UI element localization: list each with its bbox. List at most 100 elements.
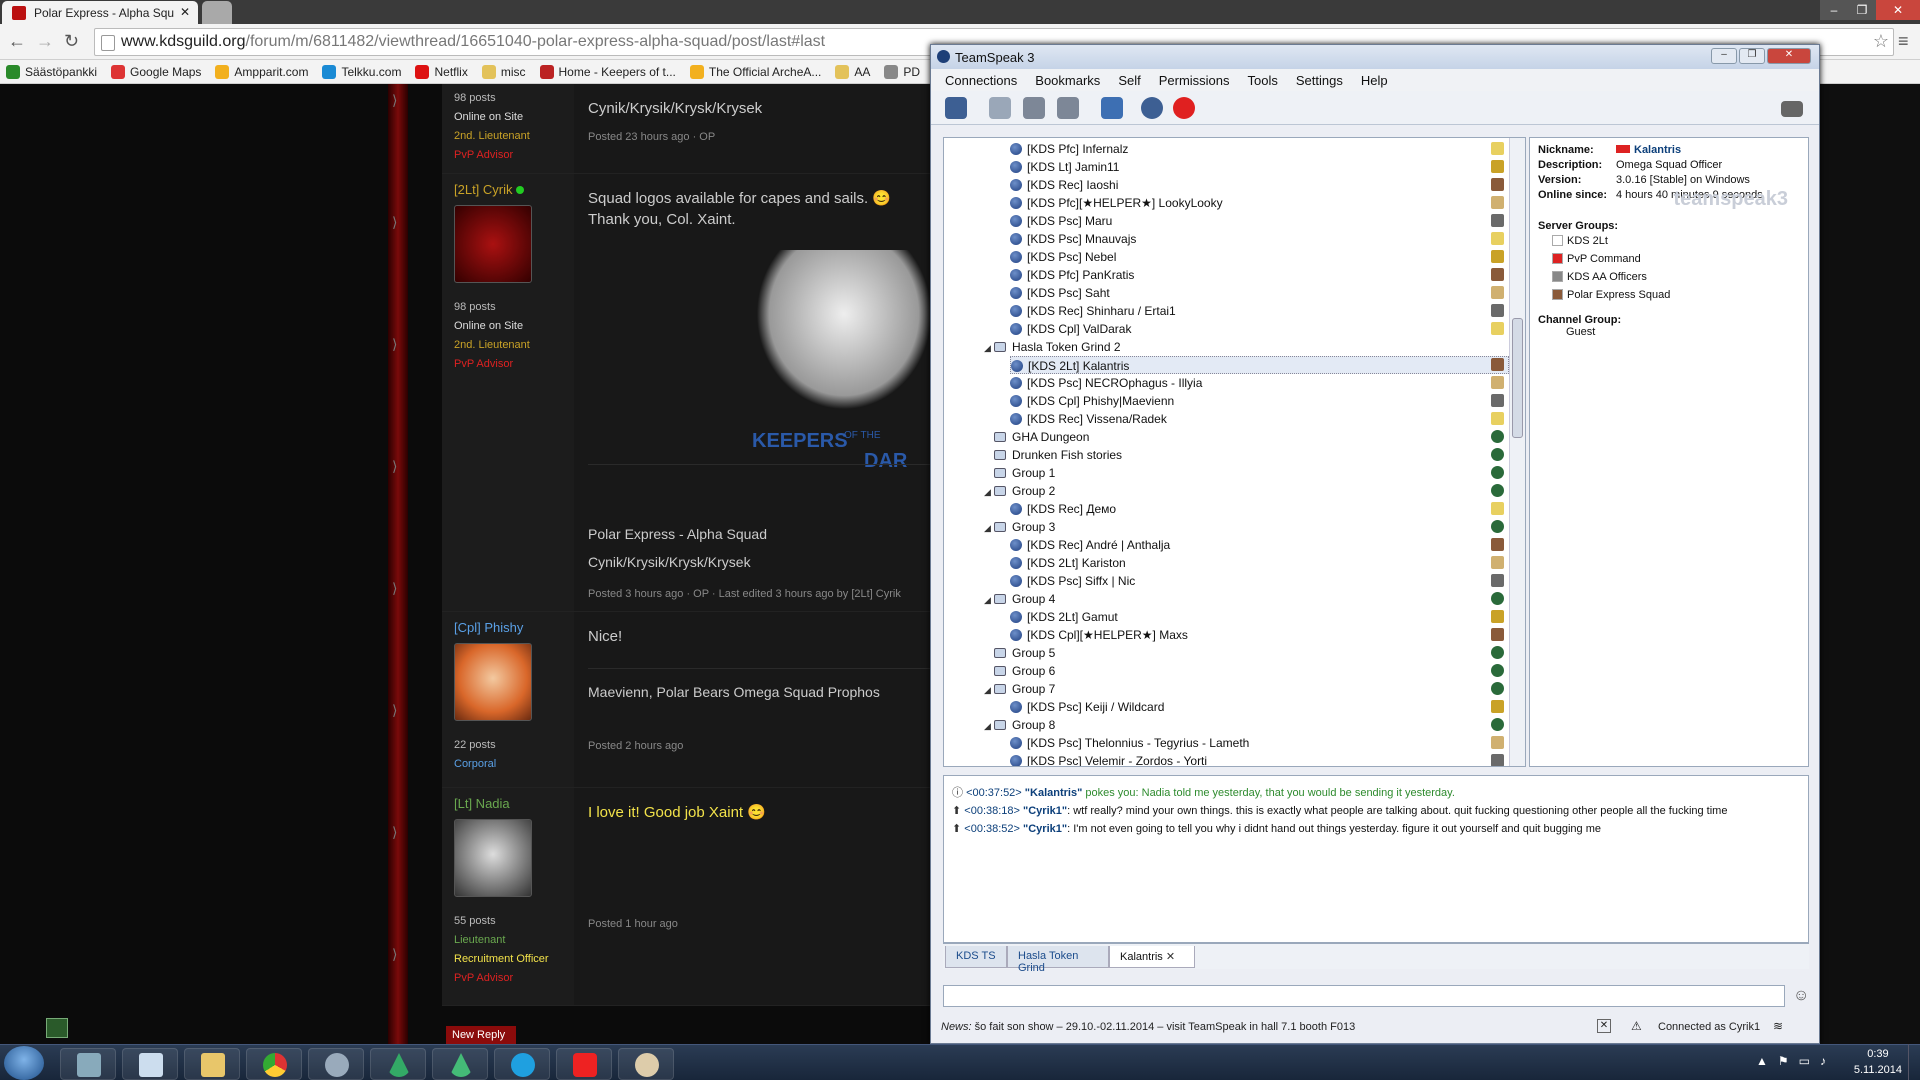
channel-row[interactable]: Group 1	[984, 464, 1055, 482]
channel-row[interactable]: ◢ Group 2	[984, 482, 1055, 500]
ts-menu-item[interactable]: Settings	[1296, 73, 1343, 91]
channel-tree[interactable]: [KDS Pfc] Infernalz [KDS Lt] Jamin11 [KDS …	[943, 137, 1526, 767]
chat-input[interactable]	[943, 985, 1785, 1007]
username-link[interactable]: [Lt] Nadia	[454, 796, 574, 811]
back-icon[interactable]: ←	[8, 32, 26, 50]
subscribe-icon[interactable]	[1101, 97, 1123, 119]
new-tab-button[interactable]	[202, 1, 232, 24]
avatar[interactable]	[454, 643, 532, 721]
client-row[interactable]: [KDS Pfc] PanKratis	[1010, 266, 1134, 284]
bookmark-item[interactable]: Home - Keepers of t...	[539, 64, 676, 79]
client-row[interactable]: [KDS Psc] Mnauvajs	[1010, 230, 1136, 248]
show-desktop-button[interactable]	[1908, 1044, 1920, 1080]
username-link[interactable]: [Cpl] Phishy	[454, 620, 574, 635]
taskbar-calculator[interactable]	[60, 1048, 116, 1080]
menu-icon[interactable]: ≡	[1898, 32, 1909, 50]
avatar[interactable]	[454, 205, 532, 283]
bookmark-item[interactable]: misc	[481, 64, 526, 79]
client-row[interactable]: [KDS Psc] Velemir - Zordos - Yorti	[1010, 752, 1207, 766]
channel-row[interactable]: Group 6	[984, 662, 1055, 680]
client-row[interactable]: [KDS Psc] Nebel	[1010, 248, 1116, 266]
ts-menu-item[interactable]: Self	[1118, 73, 1140, 91]
collapse-arrow-icon[interactable]: ◢	[984, 483, 994, 501]
client-row[interactable]: [KDS Lt] Jamin11	[1010, 158, 1119, 176]
client-row[interactable]: [KDS Pfc] Infernalz	[1010, 140, 1128, 158]
client-row[interactable]: [KDS Rec] Vissena/Radek	[1010, 410, 1167, 428]
system-tray[interactable]: ▲⚑▭♪	[1756, 1054, 1836, 1068]
collapse-arrow-icon[interactable]: ◢	[984, 681, 994, 699]
chat-widget-icon[interactable]	[46, 1018, 68, 1038]
ts-menu-item[interactable]: Tools	[1248, 73, 1278, 91]
tab-close-icon[interactable]: ✕	[180, 5, 190, 19]
client-row[interactable]: [KDS Rec] Демо	[1010, 500, 1116, 518]
away-icon[interactable]	[989, 97, 1011, 119]
taskbar-archeage[interactable]	[370, 1048, 426, 1080]
client-row[interactable]: [KDS Psc] Saht	[1010, 284, 1110, 302]
username-link[interactable]: [2Lt] Cyrik	[454, 182, 513, 197]
chat-tab[interactable]: Hasla Token Grind	[1007, 946, 1109, 974]
chat-sender[interactable]: "Cyrik1"	[1023, 805, 1067, 817]
contacts-icon[interactable]	[1141, 97, 1163, 119]
client-row[interactable]: [KDS Cpl] ValDarak	[1010, 320, 1131, 338]
channel-row[interactable]: Drunken Fish stories	[984, 446, 1122, 464]
bookmark-item[interactable]: Säästöpankki	[6, 64, 97, 79]
bookmark-item[interactable]: PD	[884, 64, 920, 79]
client-row[interactable]: [KDS Psc] Thelonnius - Tegyrius - Lameth	[1010, 734, 1249, 752]
clock[interactable]: 0:39 5.11.2014	[1854, 1046, 1902, 1078]
addon-icon[interactable]	[1173, 97, 1195, 119]
collapse-arrow-icon[interactable]: ◢	[984, 339, 994, 357]
collapse-arrow-icon[interactable]: ◢	[984, 591, 994, 609]
close-tab-icon[interactable]: ✕	[1163, 951, 1175, 963]
taskbar-paint[interactable]	[618, 1048, 674, 1080]
bookmark-item[interactable]: Ampparit.com	[215, 64, 308, 79]
chat-tab[interactable]: Kalantris ✕	[1109, 946, 1195, 968]
taskbar-chrome[interactable]	[246, 1048, 302, 1080]
ts-menu-item[interactable]: Help	[1361, 73, 1388, 91]
chat-tab[interactable]: KDS TS	[945, 946, 1007, 968]
channel-row[interactable]: ◢ Hasla Token Grind 2	[984, 338, 1121, 356]
bookmark-item[interactable]: The Official ArcheA...	[689, 64, 821, 79]
client-row[interactable]: [KDS Cpl][★HELPER★] Maxs	[1010, 626, 1188, 644]
new-reply-button[interactable]: New Reply	[446, 1026, 516, 1044]
collapse-arrow-icon[interactable]: ◢	[984, 519, 994, 537]
client-row[interactable]: [KDS 2Lt] Kariston	[1010, 554, 1126, 572]
chat-toggle-icon[interactable]	[1781, 101, 1803, 117]
mute-speakers-icon[interactable]	[1057, 97, 1079, 119]
chat-sender[interactable]: "Kalantris"	[1025, 787, 1083, 799]
ts-close-icon[interactable]: ✕	[1767, 48, 1811, 64]
chat-sender[interactable]: "Cyrik1"	[1023, 823, 1067, 835]
taskbar-avira[interactable]	[556, 1048, 612, 1080]
ts-minimize-icon[interactable]: –	[1711, 48, 1737, 64]
ts-menu-item[interactable]: Bookmarks	[1035, 73, 1100, 91]
bookmark-item[interactable]: Telkku.com	[322, 64, 401, 79]
channel-row[interactable]: Group 5	[984, 644, 1055, 662]
ts-maximize-icon[interactable]: ❐	[1739, 48, 1765, 64]
forward-icon[interactable]: →	[36, 32, 54, 50]
emoticon-icon[interactable]: ☺	[1793, 987, 1809, 1005]
channel-row[interactable]: GHA Dungeon	[984, 428, 1089, 446]
client-row[interactable]: [KDS Pfc][★HELPER★] LookyLooky	[1010, 194, 1223, 212]
collapse-arrow-icon[interactable]: ◢	[984, 717, 994, 735]
close-news-icon[interactable]: ✕	[1597, 1019, 1611, 1033]
bookmark-item[interactable]: Netflix	[415, 64, 468, 79]
taskbar-archeage2[interactable]	[432, 1048, 488, 1080]
client-row[interactable]: [KDS Psc] Siffx | Nic	[1010, 572, 1135, 590]
taskbar-teamspeak[interactable]	[308, 1048, 364, 1080]
taskbar-skype[interactable]	[494, 1048, 550, 1080]
tree-scrollbar-thumb[interactable]	[1512, 318, 1523, 438]
taskbar-notepad[interactable]	[122, 1048, 178, 1080]
client-row[interactable]: [KDS Cpl] Phishy|Maevienn	[1010, 392, 1174, 410]
client-row[interactable]: [KDS Psc] NECROphagus - Illyia	[1010, 374, 1202, 392]
channel-row[interactable]: ◢ Group 4	[984, 590, 1055, 608]
ts-menu-item[interactable]: Connections	[945, 73, 1017, 91]
avatar[interactable]	[454, 819, 532, 897]
mute-microphone-icon[interactable]	[1023, 97, 1045, 119]
start-button[interactable]	[4, 1046, 44, 1080]
client-row[interactable]: [KDS Psc] Keiji / Wildcard	[1010, 698, 1164, 716]
client-row[interactable]: [KDS Psc] Maru	[1010, 212, 1112, 230]
client-row[interactable]: [KDS 2Lt] Gamut	[1010, 608, 1118, 626]
channel-row[interactable]: ◢ Group 3	[984, 518, 1055, 536]
maximize-icon[interactable]: ❐	[1848, 0, 1876, 20]
channel-row[interactable]: ◢ Group 7	[984, 680, 1055, 698]
bookmark-item[interactable]: AA	[835, 64, 870, 79]
